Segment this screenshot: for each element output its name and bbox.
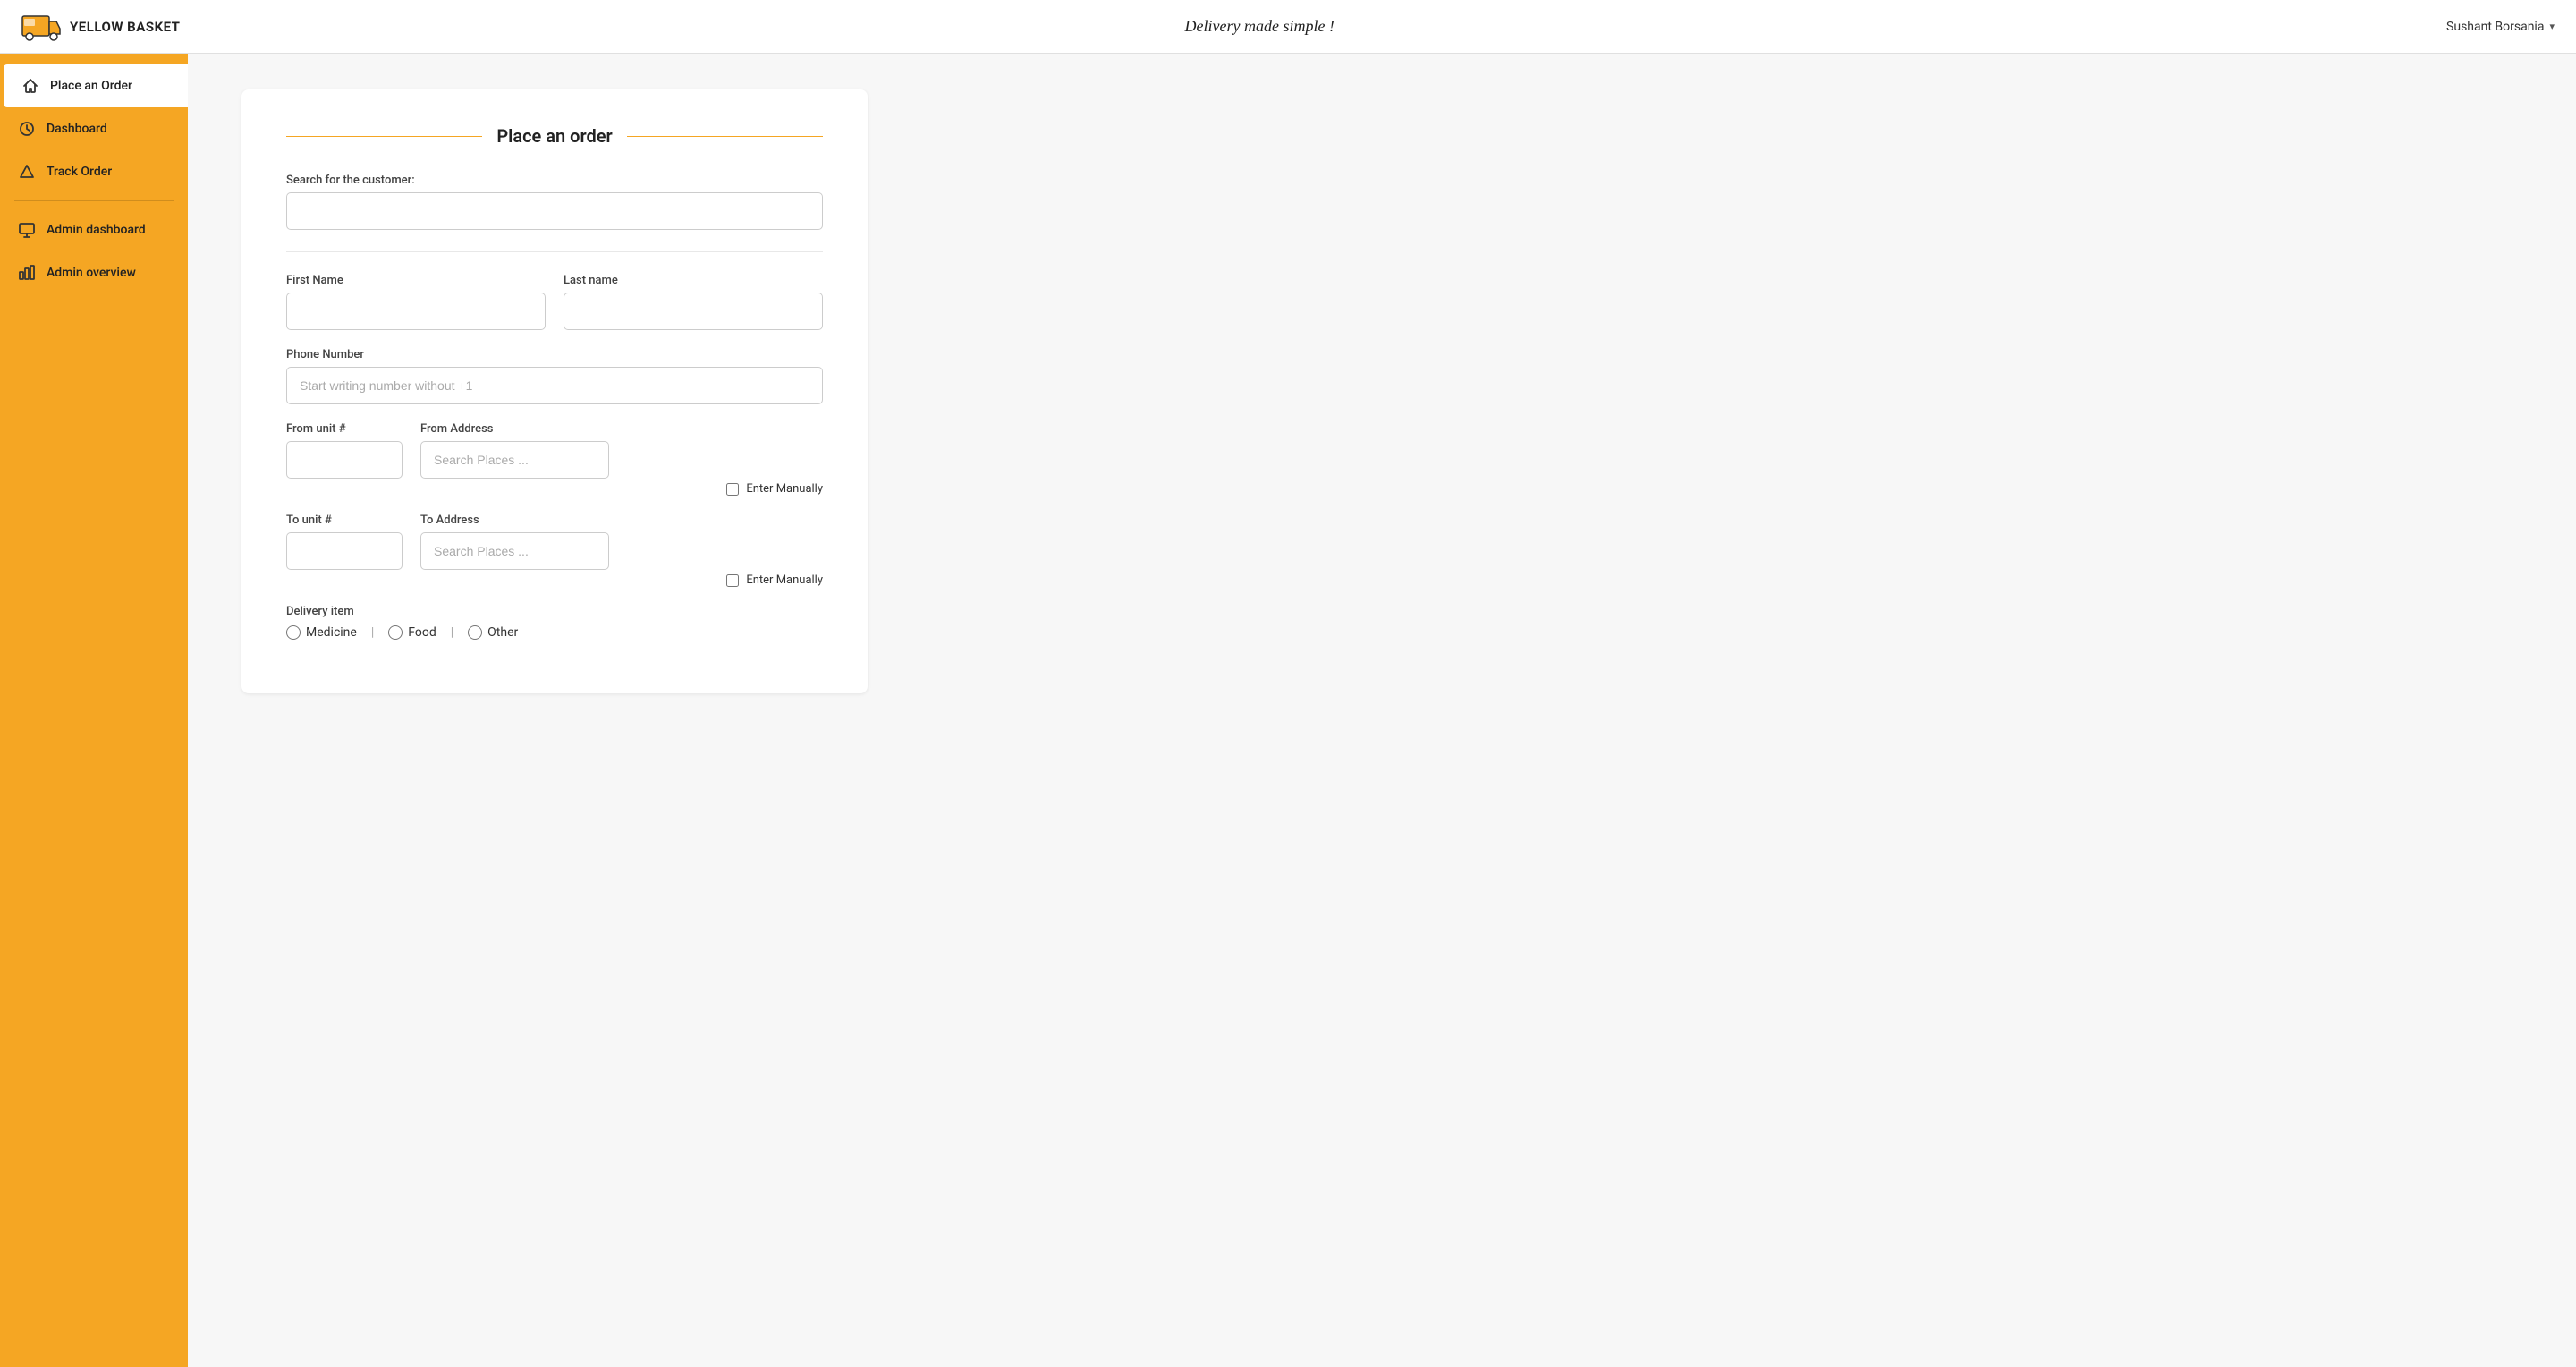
- radio-food[interactable]: [388, 625, 402, 640]
- header: YELLOW BASKET Delivery made simple ! Sus…: [0, 0, 2576, 54]
- from-address-group: From unit # From Address Enter Manually: [286, 422, 823, 496]
- title-line-left: [286, 136, 482, 137]
- to-enter-manually-label[interactable]: Enter Manually: [746, 573, 823, 587]
- sidebar-divider: [14, 200, 174, 201]
- separator-1: |: [371, 625, 374, 640]
- sidebar-item-admin-overview[interactable]: Admin overview: [0, 251, 188, 294]
- from-address-row: From unit # From Address: [286, 422, 823, 479]
- from-address-col: From Address: [420, 422, 609, 479]
- sidebar-item-label: Dashboard: [47, 122, 107, 136]
- sidebar-item-place-order[interactable]: Place an Order: [4, 64, 188, 107]
- main-content: Place an order Search for the customer: …: [188, 54, 2576, 1367]
- from-unit-label: From unit #: [286, 422, 402, 436]
- from-enter-manually-row: Enter Manually: [286, 482, 823, 496]
- first-name-input[interactable]: [286, 293, 546, 330]
- logo-truck-icon: [21, 11, 61, 43]
- sidebar-item-admin-dashboard[interactable]: Admin dashboard: [0, 208, 188, 251]
- customer-search-label: Search for the customer:: [286, 174, 823, 187]
- header-tagline: Delivery made simple !: [72, 17, 2446, 36]
- sidebar-item-label: Track Order: [47, 165, 112, 179]
- sidebar-item-label: Admin dashboard: [47, 223, 146, 237]
- customer-search-input[interactable]: [286, 192, 823, 230]
- section-title-wrapper: Place an order: [286, 125, 823, 147]
- to-address-input[interactable]: [420, 532, 609, 570]
- separator-2: |: [451, 625, 453, 640]
- food-label: Food: [408, 625, 436, 640]
- last-name-label: Last name: [564, 274, 823, 287]
- last-name-col: Last name: [564, 274, 823, 330]
- to-unit-col: To unit #: [286, 514, 402, 570]
- first-name-label: First Name: [286, 274, 546, 287]
- delivery-options: Medicine | Food | Other: [286, 625, 823, 640]
- last-name-input[interactable]: [564, 293, 823, 330]
- sidebar-item-label: Admin overview: [47, 266, 136, 280]
- clock-icon: [18, 120, 36, 138]
- medicine-label: Medicine: [306, 625, 357, 640]
- order-form: Place an order Search for the customer: …: [242, 89, 868, 693]
- sidebar-item-dashboard[interactable]: Dashboard: [0, 107, 188, 150]
- to-address-group: To unit # To Address Enter Manually: [286, 514, 823, 587]
- page-title: Place an order: [496, 125, 612, 147]
- phone-group: Phone Number: [286, 348, 823, 404]
- delivery-item-group: Delivery item Medicine | Food | Other: [286, 605, 823, 640]
- radio-medicine[interactable]: [286, 625, 301, 640]
- from-unit-input[interactable]: [286, 441, 402, 479]
- radio-other[interactable]: [468, 625, 482, 640]
- to-address-row: To unit # To Address: [286, 514, 823, 570]
- to-unit-input[interactable]: [286, 532, 402, 570]
- from-enter-manually-checkbox[interactable]: [726, 483, 739, 496]
- from-address-input[interactable]: [420, 441, 609, 479]
- first-name-col: First Name: [286, 274, 546, 330]
- user-name: Sushant Borsania: [2446, 20, 2544, 34]
- chevron-down-icon: ▾: [2549, 21, 2555, 32]
- phone-label: Phone Number: [286, 348, 823, 361]
- from-enter-manually-label[interactable]: Enter Manually: [746, 482, 823, 496]
- bar-chart-icon: [18, 264, 36, 282]
- layout: Place an Order Dashboard Track Order: [0, 54, 2576, 1367]
- name-row: First Name Last name: [286, 274, 823, 330]
- monitor-icon: [18, 221, 36, 239]
- user-menu[interactable]: Sushant Borsania ▾: [2446, 20, 2555, 34]
- to-enter-manually-checkbox[interactable]: [726, 574, 739, 587]
- triangle-icon: [18, 163, 36, 181]
- to-address-col: To Address: [420, 514, 609, 570]
- form-divider: [286, 251, 823, 252]
- title-line-right: [627, 136, 823, 137]
- sidebar-item-track-order[interactable]: Track Order: [0, 150, 188, 193]
- delivery-option-food[interactable]: Food: [388, 625, 436, 640]
- from-address-label: From Address: [420, 422, 609, 436]
- home-icon: [21, 77, 39, 95]
- delivery-option-other[interactable]: Other: [468, 625, 518, 640]
- customer-search-group: Search for the customer:: [286, 174, 823, 230]
- sidebar-item-label: Place an Order: [50, 79, 132, 93]
- phone-input[interactable]: [286, 367, 823, 404]
- to-enter-manually-row: Enter Manually: [286, 573, 823, 587]
- to-unit-label: To unit #: [286, 514, 402, 527]
- delivery-option-medicine[interactable]: Medicine: [286, 625, 357, 640]
- other-label: Other: [487, 625, 518, 640]
- delivery-item-label: Delivery item: [286, 605, 823, 618]
- sidebar: Place an Order Dashboard Track Order: [0, 54, 188, 1367]
- to-address-label: To Address: [420, 514, 609, 527]
- from-unit-col: From unit #: [286, 422, 402, 479]
